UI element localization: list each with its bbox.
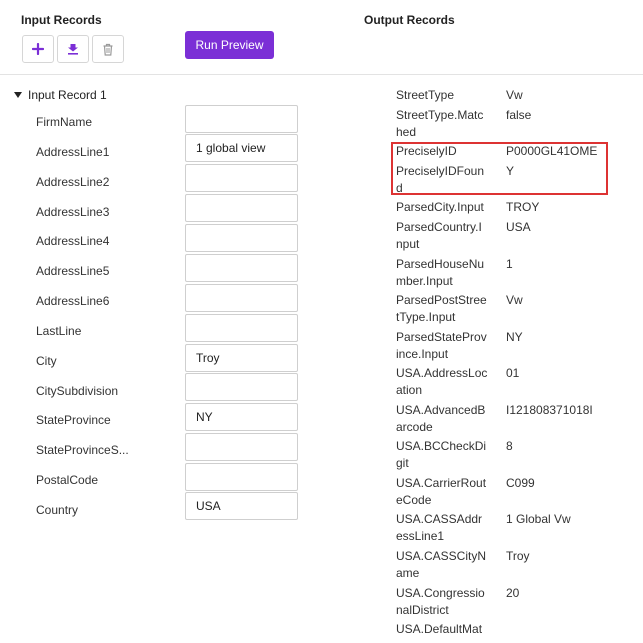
field-input[interactable] — [185, 314, 298, 342]
input-records-header: Input Records — [21, 13, 102, 27]
output-value: USA — [506, 220, 531, 234]
field-input[interactable] — [185, 403, 298, 431]
field-input[interactable] — [185, 224, 298, 252]
input-record-label: Input Record 1 — [28, 88, 107, 102]
output-value: NY — [506, 330, 523, 344]
precisely-id-highlight — [391, 142, 608, 195]
output-key: ParsedCountry.Input — [396, 220, 482, 251]
field-input[interactable] — [185, 344, 298, 372]
field-label: StateProvince — [36, 413, 111, 427]
output-value: false — [506, 108, 532, 122]
output-key: USA.CarrierRouteCode — [396, 476, 487, 507]
output-value: C099 — [506, 476, 535, 490]
output-records-header: Output Records — [364, 13, 455, 27]
run-preview-button[interactable]: Run Preview — [185, 31, 274, 59]
output-key: USA.AdvancedBarcode — [396, 403, 486, 434]
field-label: AddressLine2 — [36, 175, 110, 189]
download-icon — [68, 44, 78, 55]
field-label: PostalCode — [36, 473, 99, 487]
field-label: AddressLine1 — [36, 145, 110, 159]
output-value: Troy — [506, 549, 530, 563]
output-value: I121808371018I — [506, 403, 593, 417]
output-key: USA.CongressionalDistrict — [396, 586, 485, 617]
field-label: StateProvinceS... — [36, 443, 129, 457]
field-label: City — [36, 354, 57, 368]
field-input[interactable] — [185, 373, 298, 401]
field-label: FirmName — [36, 115, 92, 129]
output-key: ParsedHouseNumber.Input — [396, 257, 485, 288]
field-input[interactable] — [185, 134, 298, 162]
field-input[interactable] — [185, 463, 298, 491]
output-value: TROY — [506, 200, 540, 214]
output-key: StreetType — [396, 88, 455, 102]
output-value: Vw — [506, 293, 523, 307]
output-value: 1 Global Vw — [506, 512, 571, 526]
output-key: ParsedStateProvince.Input — [396, 330, 487, 361]
trash-icon — [103, 43, 113, 56]
delete-records-button[interactable] — [92, 35, 124, 63]
field-label: AddressLine3 — [36, 205, 110, 219]
import-records-button[interactable] — [57, 35, 89, 63]
field-input[interactable] — [185, 194, 298, 222]
output-key: USA.DefaultMat — [396, 622, 483, 636]
field-label: AddressLine4 — [36, 234, 110, 248]
output-key: USA.BCCheckDigit — [396, 439, 487, 470]
output-key: StreetType.Matched — [396, 108, 484, 139]
output-key: USA.CASSAddressLine1 — [396, 512, 483, 543]
output-value: 01 — [506, 366, 520, 380]
field-input[interactable] — [185, 492, 298, 520]
output-key: USA.CASSCityName — [396, 549, 487, 580]
output-key: ParsedPostStreetType.Input — [396, 293, 487, 324]
field-label: AddressLine5 — [36, 264, 110, 278]
field-input[interactable] — [185, 254, 298, 282]
field-input[interactable] — [185, 284, 298, 312]
field-label: Country — [36, 503, 79, 517]
output-value: 8 — [506, 439, 513, 453]
output-value: 20 — [506, 586, 520, 600]
field-input[interactable] — [185, 105, 298, 133]
field-label: LastLine — [36, 324, 82, 338]
output-key: USA.AddressLocation — [396, 366, 488, 397]
input-record-toggle[interactable]: Input Record 1 — [14, 88, 107, 102]
field-label: CitySubdivision — [36, 384, 119, 398]
caret-down-icon — [14, 92, 22, 98]
output-value: Vw — [506, 88, 523, 102]
output-key: ParsedCity.Input — [396, 200, 484, 214]
header-divider — [0, 74, 643, 75]
add-record-button[interactable] — [22, 35, 54, 63]
plus-icon — [32, 43, 44, 55]
field-label: AddressLine6 — [36, 294, 110, 308]
field-input[interactable] — [185, 433, 298, 461]
field-input[interactable] — [185, 164, 298, 192]
output-value: 1 — [506, 257, 513, 271]
